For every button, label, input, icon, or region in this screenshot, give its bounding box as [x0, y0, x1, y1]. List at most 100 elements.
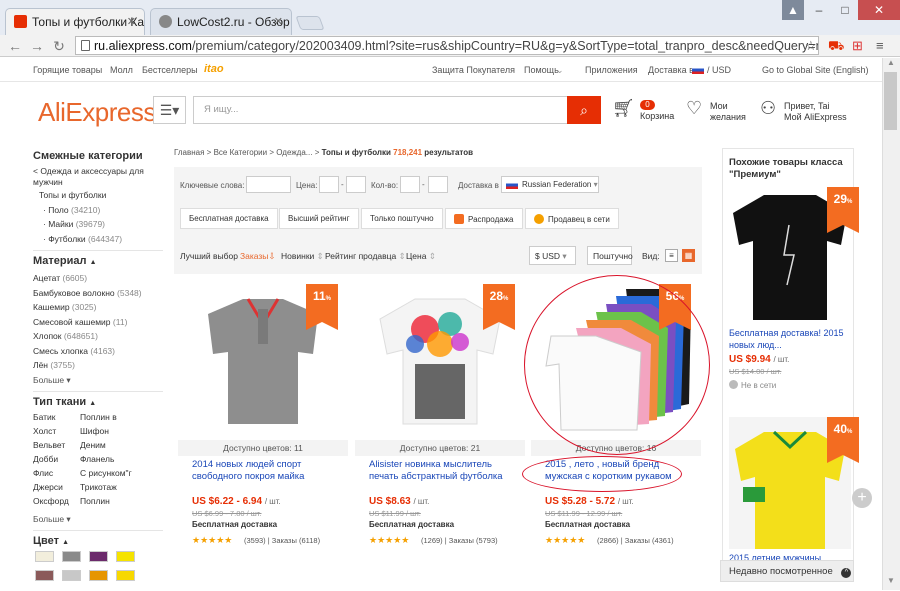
- fabric-item[interactable]: Оксфорд: [33, 496, 69, 506]
- fabric-item[interactable]: Холст: [33, 426, 56, 436]
- material-item[interactable]: Кашемир (3025): [33, 300, 163, 315]
- fabric-heading[interactable]: Тип ткани ▲: [33, 396, 163, 408]
- breadcrumb-all[interactable]: Все Категории: [214, 148, 268, 157]
- product-card[interactable]: 11% Доступно цветов: 11 2014 новых людей…: [178, 284, 348, 554]
- recently-viewed-bar[interactable]: Недавно посмотренное ^: [720, 560, 854, 582]
- color-swatch[interactable]: [89, 550, 108, 562]
- link-hot[interactable]: Горящие товары: [33, 65, 102, 75]
- itao-logo[interactable]: itao: [204, 63, 224, 75]
- free-shipping-filter[interactable]: Бесплатная доставка: [180, 208, 278, 229]
- wishlist-label-2[interactable]: желания: [710, 112, 746, 123]
- sort-seller-rating[interactable]: Рейтинг продавца ⇕: [325, 251, 406, 262]
- color-swatch[interactable]: [116, 550, 135, 562]
- scrollbar-thumb[interactable]: [884, 72, 897, 130]
- fabric-item[interactable]: Джерси: [33, 482, 63, 492]
- user-icon[interactable]: ▲: [782, 0, 804, 20]
- grid-view-icon[interactable]: ▦: [682, 249, 695, 262]
- color-swatch[interactable]: [35, 550, 54, 562]
- cart-label[interactable]: Корзина: [640, 111, 674, 122]
- material-item[interactable]: Бамбуковое волокно (5348): [33, 286, 163, 301]
- breadcrumb-clothes[interactable]: Одежда...: [276, 148, 312, 157]
- fabric-item[interactable]: Фланель: [80, 454, 114, 464]
- list-view-icon[interactable]: ≡: [665, 249, 678, 262]
- premium-product-title[interactable]: Бесплатная доставка! 2015 новых люд...: [729, 327, 849, 351]
- minimize-button[interactable]: –: [806, 0, 832, 20]
- fabric-item[interactable]: Деним: [80, 440, 106, 450]
- scroll-down-icon[interactable]: ▼: [882, 576, 900, 590]
- breadcrumb-home[interactable]: Главная: [174, 148, 204, 157]
- fabric-item[interactable]: Батик: [33, 412, 55, 422]
- color-swatch[interactable]: [89, 569, 108, 581]
- link-help[interactable]: Помощь: [524, 65, 559, 75]
- seller-online-filter[interactable]: Продавец в сети: [525, 208, 619, 229]
- subcategory-item[interactable]: · Футболки (644347): [33, 232, 163, 247]
- page-scrollbar[interactable]: [882, 58, 900, 590]
- fabric-item[interactable]: Поплин в: [80, 412, 117, 422]
- color-swatch[interactable]: [62, 550, 81, 562]
- product-card[interactable]: 28% Доступно цветов: 21 Alisister новинк…: [355, 284, 525, 554]
- fabric-item[interactable]: Флис: [33, 468, 53, 478]
- subcategory-item[interactable]: · Поло (34210): [33, 203, 163, 218]
- parent-category-link[interactable]: < Одежда и аксессуары для мужчин: [33, 166, 163, 188]
- rating-orders[interactable]: (2866) | Заказы (4361): [597, 536, 674, 545]
- sort-orders[interactable]: Заказы⇩: [240, 251, 276, 262]
- show-more-materials[interactable]: Больше ▾: [33, 373, 163, 387]
- bookmark-star-icon[interactable]: ☆: [805, 38, 817, 54]
- material-item[interactable]: Лён (3755): [33, 358, 163, 373]
- tab-inactive[interactable]: LowCost2.ru - Обзор ✕: [150, 8, 292, 35]
- sort-price[interactable]: Цена ⇕: [406, 251, 436, 262]
- color-heading[interactable]: Цвет ▲: [33, 535, 163, 547]
- close-icon[interactable]: ✕: [274, 15, 283, 28]
- close-window-button[interactable]: ✕: [858, 0, 900, 20]
- link-apps[interactable]: Приложения: [585, 65, 638, 75]
- material-heading[interactable]: Материал ▲: [33, 255, 163, 267]
- link-buyer-protection[interactable]: Защита Покупателя: [432, 65, 515, 75]
- color-swatch[interactable]: [116, 569, 135, 581]
- aliexpress-logo[interactable]: AliExpress™: [38, 97, 164, 128]
- qty-max-input[interactable]: [428, 176, 448, 193]
- material-item[interactable]: Смесь хлопка (4163): [33, 344, 163, 359]
- rating-orders[interactable]: (1269) | Заказы (5793): [421, 536, 498, 545]
- price-max-input[interactable]: [346, 176, 366, 193]
- fabric-item[interactable]: Трикотаж: [80, 482, 117, 492]
- forward-icon[interactable]: →: [28, 38, 46, 54]
- maximize-button[interactable]: □: [832, 0, 858, 20]
- extension-icon[interactable]: ⊞: [852, 38, 863, 54]
- rating-orders[interactable]: (3593) | Заказы (6118): [244, 536, 320, 545]
- wishlist-label-1[interactable]: Мои: [710, 101, 728, 112]
- sale-filter[interactable]: Распродажа: [445, 208, 523, 229]
- greeting[interactable]: Привет, Tai: [784, 101, 830, 112]
- product-title[interactable]: 2014 новых людей спорт свободного покроя…: [192, 459, 342, 482]
- keywords-input[interactable]: [246, 176, 291, 193]
- search-input[interactable]: Я ищу...: [193, 96, 567, 124]
- fabric-item[interactable]: Шифон: [80, 426, 109, 436]
- top-rated-filter[interactable]: Высший рейтинг: [279, 208, 359, 229]
- ship-to-label[interactable]: Доставка в: [648, 65, 694, 75]
- sort-newest[interactable]: Новинки ⇕: [281, 251, 324, 262]
- user-icon[interactable]: ⚇: [760, 98, 776, 119]
- subcategory-item[interactable]: · Майки (39679): [33, 217, 163, 232]
- country-select[interactable]: Russian Federation ▾: [501, 176, 599, 193]
- product-title[interactable]: Alisister новинка мыслитель печать абстр…: [369, 459, 519, 482]
- scroll-up-icon[interactable]: ▲: [882, 58, 900, 72]
- sort-best-match[interactable]: Лучший выбор: [180, 251, 238, 261]
- mode-select[interactable]: Поштучно: [587, 246, 633, 265]
- reload-icon[interactable]: ↻: [50, 38, 68, 55]
- close-icon[interactable]: ✕: [127, 15, 136, 28]
- qty-min-input[interactable]: [400, 176, 420, 193]
- color-swatch[interactable]: [35, 569, 54, 581]
- search-button[interactable]: ⌕: [567, 96, 601, 124]
- link-mall[interactable]: Молл: [110, 65, 133, 75]
- fabric-item[interactable]: Поплин: [80, 496, 110, 506]
- material-item[interactable]: Ацетат (6605): [33, 271, 163, 286]
- fabric-item[interactable]: Вельвет: [33, 440, 65, 450]
- tab-active[interactable]: Топы и футболки Ка ✕: [5, 8, 145, 35]
- currency-select[interactable]: $ USD ▾: [529, 246, 576, 265]
- menu-icon[interactable]: ≡: [876, 38, 884, 53]
- my-aliexpress-link[interactable]: Мой AliExpress: [784, 112, 847, 123]
- url-input[interactable]: ru.aliexpress.com/premium/category/20200…: [75, 36, 819, 55]
- category-menu-button[interactable]: ☰▾: [153, 96, 186, 124]
- heart-icon[interactable]: ♡: [686, 98, 702, 119]
- fabric-item[interactable]: С рисунком"г: [80, 468, 132, 478]
- new-tab-button[interactable]: [295, 16, 325, 30]
